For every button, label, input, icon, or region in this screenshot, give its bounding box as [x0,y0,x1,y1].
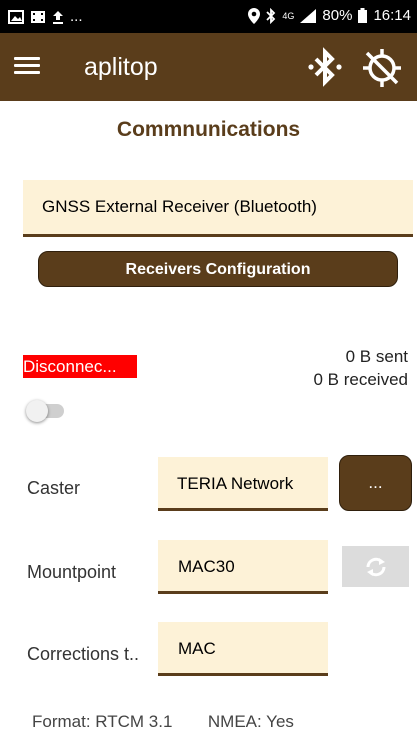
clock: 16:14 [373,7,411,24]
mountpoint-field[interactable]: MAC30 [158,540,328,594]
media-icon [31,10,45,23]
format-info: Format: RTCM 3.1 NMEA: Yes [32,712,294,732]
connection-toggle[interactable] [26,400,64,422]
battery-percent: 80% [322,7,353,24]
gps-off-icon[interactable] [360,46,404,90]
mountpoint-label: Mountpoint [27,562,117,582]
app-title: aplitop [84,53,158,81]
image-icon [8,9,24,24]
app-bar: aplitop [0,33,417,101]
refresh-icon [366,557,386,577]
receiver-type-select[interactable]: GNSS External Receiver (Bluetooth) [23,180,413,237]
status-bar: ... 4G 80% 16:14 [0,0,417,33]
toggle-knob [26,400,48,422]
corrections-field[interactable]: MAC [158,622,328,676]
receivers-configuration-button[interactable]: Receivers Configuration [38,251,398,287]
byte-counters: 0 B sent 0 B received [314,345,409,391]
signal-icon [300,8,317,23]
bytes-sent: 0 B sent [345,347,408,366]
refresh-mountpoints-button[interactable] [342,546,409,587]
corrections-label: Corrections t.. [27,644,140,664]
connection-status-badge: Disconnec... [23,355,137,378]
caster-more-button[interactable]: ... [339,455,412,511]
location-icon [248,7,261,24]
network-type: 4G [282,10,295,21]
caster-field[interactable]: TERIA Network [158,457,328,511]
upload-icon [53,10,63,24]
page-title: Commnunications [116,118,301,141]
caster-label: Caster [27,478,81,498]
format-text: Format: RTCM 3.1 [32,712,173,731]
bytes-received: 0 B received [313,370,409,389]
bluetooth-icon[interactable] [305,47,345,87]
bluetooth-status-icon [266,7,276,24]
menu-icon[interactable] [14,53,40,81]
notification-more: ... [70,8,83,25]
nmea-text: NMEA: Yes [207,712,294,731]
battery-icon [358,8,368,23]
